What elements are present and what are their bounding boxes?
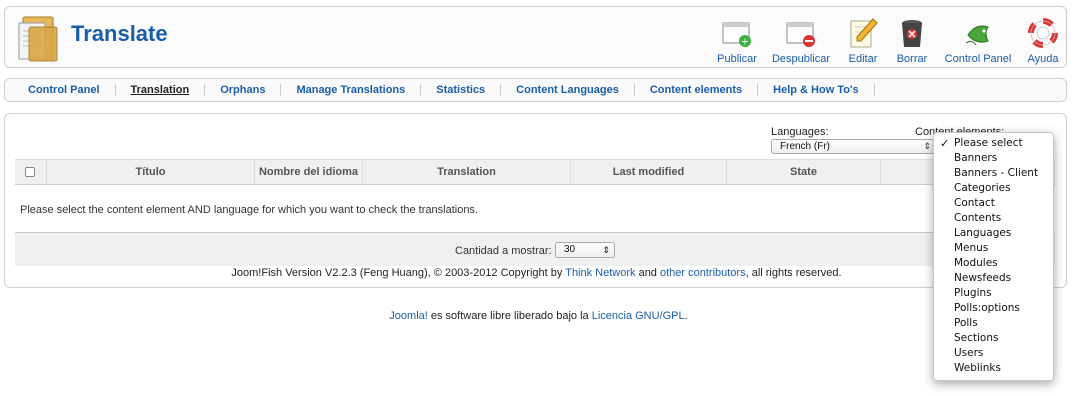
publish-label: Publicar — [717, 53, 757, 65]
control-panel-label: Control Panel — [944, 53, 1012, 65]
gpl-license-link[interactable]: Licencia GNU/GPL — [592, 310, 685, 322]
dropdown-option-contact[interactable]: Contact — [934, 196, 1053, 211]
contributors-link[interactable]: other contributors — [660, 267, 746, 279]
dropdown-option-newsfeeds[interactable]: Newsfeeds — [934, 271, 1053, 286]
submenu: Control Panel Translation Orphans Manage… — [4, 78, 1067, 102]
content-elements-dropdown[interactable]: ✓ Please select Banners Banners - Client … — [933, 132, 1054, 381]
table-header: Título Nombre del idioma Translation Las… — [15, 159, 1055, 185]
unpublish-button[interactable]: Despublicar — [771, 11, 831, 67]
dropdown-option-banners[interactable]: Banners — [934, 151, 1053, 166]
translate-folder-icon — [18, 16, 58, 62]
languages-label: Languages: — [771, 126, 829, 138]
tab-control-panel[interactable]: Control Panel — [13, 84, 116, 96]
toolbar: Translate + Publicar Despublicar Editar — [4, 6, 1067, 68]
help-lifebuoy-icon — [1028, 18, 1058, 48]
edit-icon — [850, 18, 878, 48]
dropdown-option-label: Please select — [954, 137, 1023, 149]
select-arrows-icon: ⇕ — [923, 141, 931, 151]
copyright-line: Joom!Fish Version V2.2.3 (Feng Huang), ©… — [5, 267, 1068, 279]
main-panel: Languages: French (Fr) ⇕ Content element… — [4, 113, 1067, 288]
pagination-bar: Cantidad a mostrar: 30 ⇕ — [15, 232, 1055, 266]
tab-content-languages[interactable]: Content Languages — [501, 84, 635, 96]
dropdown-option-contents[interactable]: Contents — [934, 211, 1053, 226]
license-middle: es software libre liberado bajo la — [427, 310, 592, 322]
copyright-middle: and — [635, 267, 660, 279]
publish-icon: + — [722, 22, 751, 48]
help-label: Ayuda — [1027, 53, 1059, 65]
dropdown-option-plugins[interactable]: Plugins — [934, 286, 1053, 301]
dropdown-option-banners-client[interactable]: Banners - Client — [934, 166, 1053, 181]
dropdown-option-categories[interactable]: Categories — [934, 181, 1053, 196]
column-header-title[interactable]: Título — [47, 160, 255, 184]
unpublish-icon — [786, 22, 815, 47]
think-network-link[interactable]: Think Network — [565, 267, 635, 279]
edit-label: Editar — [848, 53, 878, 65]
tab-orphans[interactable]: Orphans — [205, 84, 282, 96]
help-button[interactable]: Ayuda — [1025, 11, 1061, 67]
tab-content-elements[interactable]: Content elements — [635, 84, 759, 96]
joomfish-icon — [965, 25, 989, 46]
joomla-link[interactable]: Joomla! — [389, 310, 428, 322]
publish-button[interactable]: + Publicar — [713, 11, 761, 67]
copyright-prefix: Joom!Fish Version V2.2.3 (Feng Huang), ©… — [231, 267, 566, 279]
svg-text:+: + — [741, 37, 749, 48]
dropdown-option-please-select[interactable]: ✓ Please select — [934, 136, 1053, 151]
dropdown-option-menus[interactable]: Menus — [934, 241, 1053, 256]
unpublish-label: Despublicar — [771, 53, 831, 65]
select-arrows-icon: ⇕ — [602, 245, 610, 255]
select-all-cell — [15, 160, 47, 184]
tab-manage-translations[interactable]: Manage Translations — [281, 84, 422, 96]
license-suffix: . — [684, 310, 688, 322]
column-header-translation[interactable]: Translation — [363, 160, 571, 184]
trash-icon — [902, 20, 922, 47]
count-label: Cantidad a mostrar: — [455, 245, 552, 257]
tab-translation[interactable]: Translation — [116, 84, 206, 96]
column-header-state[interactable]: State — [727, 160, 881, 184]
column-header-last-modified[interactable]: Last modified — [571, 160, 727, 184]
count-select[interactable]: 30 ⇕ — [555, 242, 615, 258]
empty-message: Please select the content element AND la… — [20, 204, 478, 216]
dropdown-option-polls[interactable]: Polls — [934, 316, 1053, 331]
dropdown-option-polls-options[interactable]: Polls:options — [934, 301, 1053, 316]
languages-select[interactable]: French (Fr) ⇕ — [771, 139, 935, 154]
control-panel-button[interactable]: Control Panel — [943, 11, 1013, 67]
copyright-suffix: , all rights reserved. — [745, 267, 842, 279]
license-line: Joomla! es software libre liberado bajo … — [0, 310, 1077, 322]
delete-label: Borrar — [896, 53, 928, 65]
languages-select-value: French (Fr) — [780, 141, 830, 152]
tab-statistics[interactable]: Statistics — [421, 84, 502, 96]
edit-button[interactable]: Editar — [845, 11, 881, 67]
dropdown-option-languages[interactable]: Languages — [934, 226, 1053, 241]
dropdown-option-modules[interactable]: Modules — [934, 256, 1053, 271]
dropdown-option-users[interactable]: Users — [934, 346, 1053, 361]
dropdown-option-sections[interactable]: Sections — [934, 331, 1053, 346]
select-all-checkbox[interactable] — [25, 167, 35, 177]
checkmark-icon: ✓ — [940, 137, 950, 150]
tab-help[interactable]: Help & How To's — [758, 84, 875, 96]
column-header-language[interactable]: Nombre del idioma — [255, 160, 363, 184]
dropdown-option-weblinks[interactable]: Weblinks — [934, 361, 1053, 376]
count-select-value: 30 — [564, 244, 576, 255]
page-title: Translate — [71, 21, 168, 46]
delete-button[interactable]: Borrar — [895, 11, 929, 67]
